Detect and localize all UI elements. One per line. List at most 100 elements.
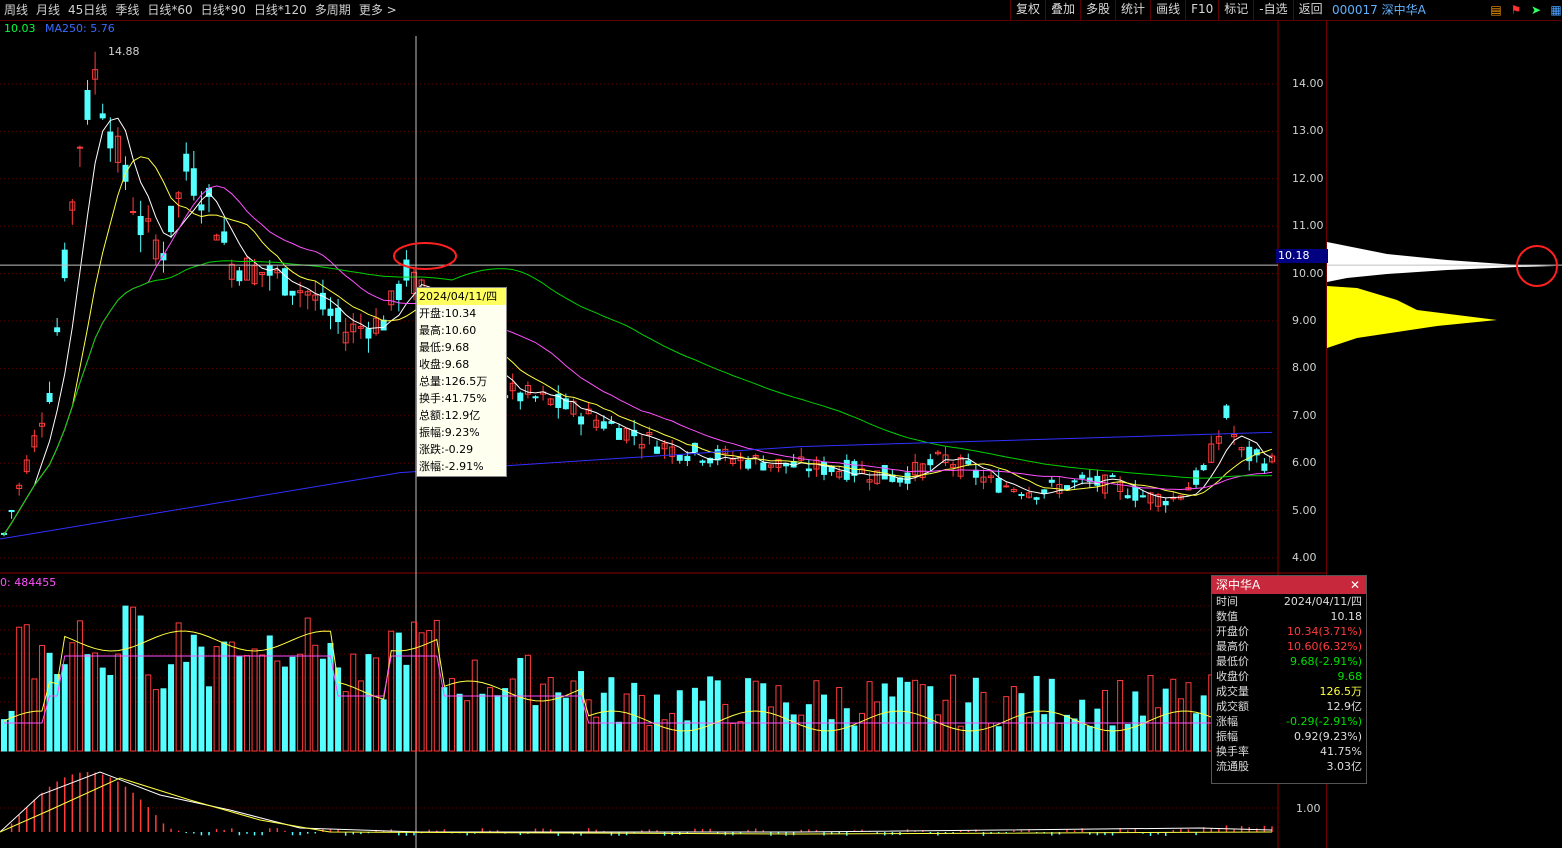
volume-bar [137,615,144,752]
info-row-value: 3.03亿 [1326,760,1363,773]
volume-bar [540,683,547,752]
tooltip-high: 最高:10.60 [419,324,477,337]
multi-stock-button[interactable]: 多股 [1080,0,1115,20]
info-row-value: 12.9亿 [1326,700,1363,713]
volume-bar [441,687,448,752]
price-tick-label: 6.00 [1292,456,1317,470]
kline-chart[interactable]: 14.88 [0,20,1326,848]
volume-bar [160,688,167,752]
volume-bar [213,646,220,752]
volume-bar [259,654,266,752]
statistics-button[interactable]: 统计 [1115,0,1150,20]
volume-bar [919,684,926,752]
candle-body [805,468,812,472]
volume-bar [851,725,858,752]
volume-bar [555,692,562,752]
window-icons: ▤ ⚑ ➤ ▦ [1488,2,1562,18]
volume-bar [1139,715,1146,752]
candle-body [54,327,61,333]
volume-bar [69,642,76,752]
volume-bar [775,685,782,752]
info-row: 最低价 9.68(-2.91%) [1212,654,1366,669]
info-row-key: 涨幅 [1216,715,1238,728]
mark-button[interactable]: 标记 [1218,0,1253,20]
volume-bar [327,643,334,752]
tab-multi-period[interactable]: 多周期 [311,0,355,20]
volume-bar [479,693,486,752]
tab-quarterly[interactable]: 季线 [111,0,143,20]
volume-bar [1193,713,1200,752]
tooltip-close: 收盘:9.68 [419,358,470,371]
volume-bar [471,659,478,752]
volume-bar [858,712,865,752]
info-row-value: 9.68 [1337,670,1363,683]
crosshair-tooltip: 2024/04/11/四 开盘:10.34 最高:10.60 最低:9.68 收… [416,287,507,477]
volume-bar [502,688,509,752]
tab-day120[interactable]: 日线*120 [250,0,311,20]
tab-weekly[interactable]: 周线 [0,0,32,20]
info-panel[interactable]: 深中华A ✕ 时间 2024/04/11/四 数值 10.18 开盘价 10.34(3.7… [1211,575,1367,784]
candle-body [517,392,524,402]
close-icon[interactable]: ✕ [1350,576,1360,594]
volume-bar [388,630,395,752]
volume-bar [783,702,790,752]
grid-icon[interactable]: ▦ [1548,2,1562,18]
info-row-value: 10.18 [1330,610,1363,623]
tooltip-open: 开盘:10.34 [419,307,477,320]
candle-body [1162,500,1169,506]
volume-bar [760,683,767,752]
tab-45day[interactable]: 45日线 [64,0,111,20]
candle-body [107,131,114,149]
tab-more[interactable]: 更多 > [355,0,401,20]
info-row-value: 0.92(9.23%) [1293,730,1362,743]
info-row-value: 126.5万 [1319,685,1363,698]
volume-bar [145,674,152,752]
volume-bar [319,658,326,752]
info-panel-header: 深中华A ✕ [1212,576,1366,594]
volume-bar [84,654,91,752]
volume-bar [676,690,683,752]
flag-icon[interactable]: ⚑ [1508,2,1524,18]
volume-bar [168,664,175,752]
volume-bar [99,667,106,752]
volume-bar [464,700,471,752]
volume-bar [798,714,805,752]
volume-bar [236,655,243,752]
volume-bar [1071,718,1078,752]
candle-body [532,396,539,399]
price-tick-label: 11.00 [1292,219,1324,233]
f10-button[interactable]: F10 [1185,0,1218,20]
info-row-value: -0.29(-2.91%) [1286,715,1362,728]
candle-body [1139,495,1146,498]
volume-bar [426,630,433,752]
price-tick-label: 12.00 [1292,171,1324,185]
tooltip-volume: 总量:126.5万 [419,375,488,388]
tooltip-amount: 总额:12.9亿 [419,409,481,422]
volume-bar [1132,691,1139,752]
tab-day90[interactable]: 日线*90 [197,0,250,20]
volume-bar [486,687,493,752]
restore-rights-button[interactable]: 复权 [1010,0,1045,20]
volume-bar [813,680,820,752]
overlay-button[interactable]: 叠加 [1045,0,1080,20]
price-tick-label: 7.00 [1292,408,1317,422]
tab-monthly[interactable]: 月线 [32,0,64,20]
draw-line-button[interactable]: 画线 [1150,0,1185,20]
volume-bar [889,696,896,752]
info-row: 数值 10.18 [1212,609,1366,624]
remove-watchlist-button[interactable]: -自选 [1253,0,1292,20]
volume-bar [509,678,516,752]
volume-bar [1003,696,1010,752]
arrow-icon[interactable]: ➤ [1528,2,1544,18]
volume-bar [1155,707,1162,752]
chip-icon[interactable]: ▤ [1488,2,1504,18]
info-row-key: 振幅 [1216,730,1238,743]
volume-bar [1056,722,1063,752]
volume-bar [456,693,463,752]
volume-bar [494,695,501,752]
tab-day60[interactable]: 日线*60 [143,0,196,20]
volume-bar [373,657,380,752]
indicator-tick-label: 1.00 [1296,802,1321,815]
volume-bar [661,719,668,752]
back-button[interactable]: 返回 [1292,0,1328,20]
